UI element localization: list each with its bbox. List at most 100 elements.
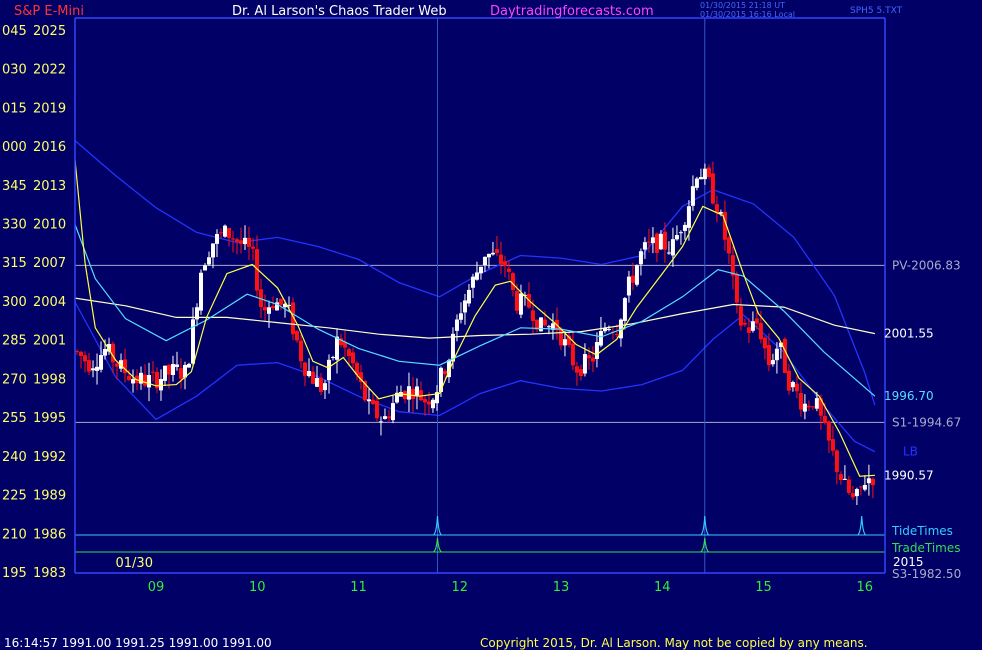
up-candle <box>546 326 551 328</box>
down-candle <box>143 374 148 386</box>
y-tick-price-1998: 1998 <box>33 372 66 387</box>
up-candle <box>95 366 100 371</box>
down-candle <box>810 406 815 408</box>
down-candle <box>250 246 255 249</box>
fast-ma-line <box>74 159 875 477</box>
down-candle <box>754 318 759 324</box>
author-title: Dr. Al Larson's Chaos Trader Web <box>232 4 447 19</box>
up-candle <box>390 403 395 421</box>
down-candle <box>858 486 863 488</box>
up-candle <box>470 276 475 288</box>
level-label-S3-1982.50: S3-1982.50 <box>892 567 961 581</box>
tide-spike <box>857 515 867 536</box>
up-candle <box>598 330 603 346</box>
up-candle <box>306 370 311 377</box>
up-candle <box>582 354 587 374</box>
up-candle <box>666 252 671 254</box>
down-candle <box>574 366 579 373</box>
up-candle <box>678 232 683 234</box>
down-candle <box>746 327 751 333</box>
y-tick-angle-225: 225 <box>2 489 27 504</box>
up-candle <box>490 252 495 255</box>
up-candle <box>478 266 483 274</box>
down-candle <box>370 399 375 404</box>
x-tick-16: 16 <box>856 580 873 595</box>
down-candle <box>422 399 427 403</box>
up-candle <box>147 375 152 388</box>
down-candle <box>318 377 323 392</box>
down-candle <box>167 365 172 375</box>
down-candle <box>706 167 711 178</box>
up-candle <box>518 293 523 315</box>
down-candle <box>850 493 855 498</box>
y-tick-angle-030: 030 <box>2 63 27 78</box>
up-candle <box>750 321 755 331</box>
y-tick-price-2007: 2007 <box>33 256 66 271</box>
up-candle <box>814 398 819 409</box>
down-candle <box>115 363 120 367</box>
down-candle <box>730 255 735 276</box>
up-candle <box>606 328 611 330</box>
up-candle <box>103 349 108 356</box>
y-tick-price-2016: 2016 <box>33 140 66 155</box>
symbol-title: S&P E-Mini <box>14 4 84 19</box>
x-tick-09: 09 <box>148 580 165 595</box>
up-candle <box>682 224 687 231</box>
up-candle <box>642 242 647 250</box>
down-candle <box>614 333 619 336</box>
y-tick-price-2001: 2001 <box>33 334 66 349</box>
up-candle <box>215 234 220 244</box>
down-candle <box>542 319 547 326</box>
up-candle <box>406 386 411 400</box>
up-candle <box>802 403 807 412</box>
down-candle <box>734 274 739 303</box>
up-candle <box>458 313 463 320</box>
down-candle <box>830 439 835 451</box>
down-candle <box>510 273 515 291</box>
down-candle <box>630 275 635 283</box>
down-candle <box>278 298 283 305</box>
down-candle <box>442 371 447 375</box>
down-candle <box>838 474 843 480</box>
y-tick-angle-345: 345 <box>2 179 27 194</box>
up-candle <box>686 206 691 228</box>
down-candle <box>410 388 415 400</box>
up-candle <box>854 489 859 497</box>
down-candle <box>298 340 303 362</box>
right-label-1996.70: 1996.70 <box>884 389 934 403</box>
down-candle <box>726 237 731 254</box>
up-candle <box>622 298 627 321</box>
upper-band-line <box>74 140 876 406</box>
y-tick-angle-000: 000 <box>2 140 27 155</box>
up-candle <box>670 239 675 256</box>
up-candle <box>650 237 655 244</box>
up-candle <box>207 257 212 265</box>
down-candle <box>294 331 299 341</box>
down-candle <box>762 337 767 349</box>
x-tick-10: 10 <box>249 580 266 595</box>
up-candle <box>634 265 639 285</box>
up-candle <box>223 225 228 237</box>
x-tick-14: 14 <box>654 580 671 595</box>
down-candle <box>426 401 431 405</box>
site-link[interactable]: Daytradingforecasts.com <box>490 4 654 19</box>
down-candle <box>151 371 156 373</box>
down-candle <box>87 360 92 372</box>
up-candle <box>378 421 383 423</box>
down-candle <box>310 371 315 384</box>
down-candle <box>822 415 827 423</box>
up-candle <box>486 253 491 258</box>
down-candle <box>806 405 811 408</box>
down-candle <box>782 338 787 373</box>
down-candle <box>179 368 184 379</box>
up-candle <box>175 364 180 367</box>
y-tick-angle-255: 255 <box>2 411 27 426</box>
down-candle <box>83 355 88 362</box>
up-candle <box>866 478 871 484</box>
up-candle <box>538 317 543 332</box>
x-tick-11: 11 <box>350 580 367 595</box>
down-candle <box>498 254 503 265</box>
data-file-label: SPH5 5.TXT <box>850 6 903 16</box>
up-candle <box>382 416 387 419</box>
down-candle <box>502 261 507 267</box>
